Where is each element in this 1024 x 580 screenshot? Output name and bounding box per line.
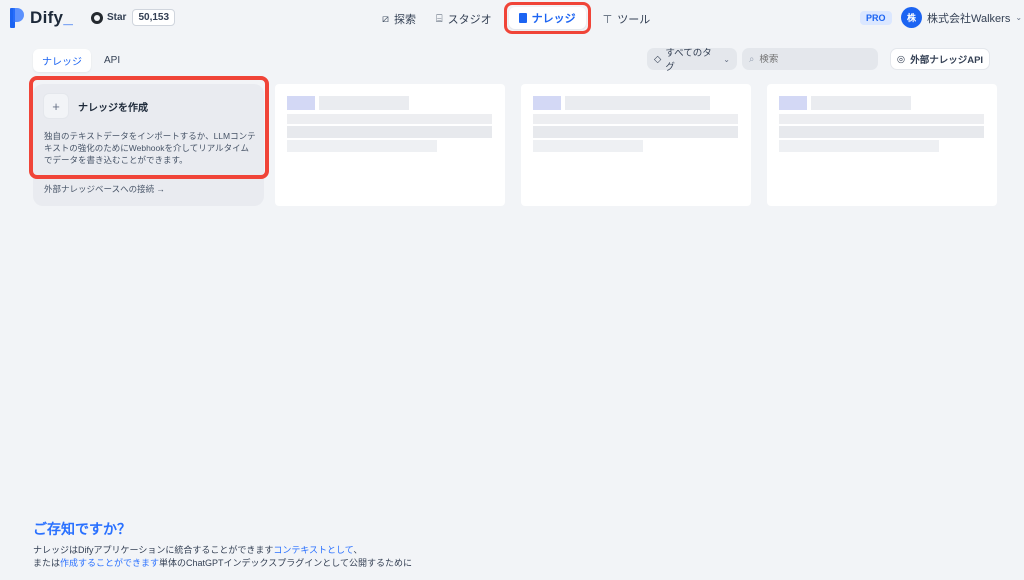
- github-star-count: 50,153: [132, 9, 176, 26]
- tag-icon: ◇: [654, 53, 662, 65]
- github-star-widget[interactable]: Star 50,153: [91, 9, 176, 26]
- connect-external-knowledge-link[interactable]: 外部ナレッジベースへの接続 →: [44, 183, 165, 195]
- avatar: 株: [901, 7, 922, 28]
- nav-knowledge-label: ナレッジ: [531, 13, 576, 25]
- create-knowledge-title: ナレッジを作成: [78, 102, 148, 114]
- create-link[interactable]: 作成することができます: [60, 558, 159, 568]
- plan-badge: PRO: [860, 11, 892, 25]
- nav-tools[interactable]: ⊤ ツール: [595, 5, 659, 33]
- tag-filter-label: すべてのタグ: [665, 48, 712, 73]
- logo-text: Dify: [30, 8, 64, 27]
- account-menu[interactable]: 株 株式会社Walkers ⌄: [901, 7, 1022, 28]
- hammer-icon: ⊤: [602, 13, 613, 26]
- api-connection-icon: ◎: [896, 53, 906, 65]
- compass-icon: ⧄: [382, 12, 389, 25]
- nav-explore-label: 探索: [394, 14, 416, 26]
- knowledge-card[interactable]: [767, 84, 997, 206]
- search-icon: ⌕: [749, 53, 755, 65]
- did-you-know-line-2: または作成することができます単体のChatGPTインデックスプラグインとして公開…: [33, 557, 412, 570]
- external-knowledge-api-button[interactable]: ◎ 外部ナレッジAPI: [890, 48, 990, 70]
- did-you-know-text: ナレッジはDifyアプリケーションに統合することができます: [33, 545, 274, 555]
- did-you-know-text: または: [33, 558, 61, 568]
- did-you-know-title: ご存知ですか？: [33, 521, 131, 537]
- chevron-down-icon: ⌄: [723, 54, 730, 64]
- top-header: Dify_ Star 50,153 ⧄ 探索 ⌸ スタジオ ナレッジ ⊤ ツール…: [0, 0, 1024, 36]
- main-nav: ⧄ 探索 ⌸ スタジオ ナレッジ ⊤ ツール: [374, 2, 659, 34]
- did-you-know-text: 、: [353, 545, 363, 555]
- chevron-down-icon: ⌄: [1015, 13, 1023, 22]
- search-input[interactable]: [759, 53, 860, 65]
- logo-dot: _: [63, 8, 74, 27]
- create-knowledge-card[interactable]: + ナレッジを作成 独自のテキストデータをインポートするか、LLMコンテキストの…: [33, 84, 264, 206]
- knowledge-card[interactable]: [521, 84, 751, 206]
- did-you-know-line-1: ナレッジはDifyアプリケーションに統合することができますコンテキストとして、: [33, 544, 412, 557]
- did-you-know-text: 単体のChatGPTインデックスプラグインとして公開するために: [159, 558, 413, 568]
- knowledge-card[interactable]: [275, 84, 505, 206]
- search-box[interactable]: ⌕: [742, 48, 878, 70]
- nav-knowledge[interactable]: ナレッジ: [503, 2, 591, 34]
- did-you-know-section: ご存知ですか？ ナレッジはDifyアプリケーションに統合することができますコンテ…: [33, 519, 412, 570]
- nav-studio[interactable]: ⌸ スタジオ: [428, 5, 500, 33]
- tab-knowledge[interactable]: ナレッジ: [33, 49, 91, 72]
- external-api-label: 外部ナレッジAPI: [910, 55, 984, 66]
- github-star-label: Star: [107, 12, 127, 23]
- plus-icon: +: [43, 93, 69, 119]
- dify-logo[interactable]: Dify_: [10, 8, 73, 28]
- create-knowledge-description: 独自のテキストデータをインポートするか、LLMコンテキストの強化のためにWebh…: [44, 131, 256, 165]
- robot-icon: ⌸: [436, 12, 443, 25]
- nav-tools-label: ツール: [617, 14, 651, 26]
- nav-explore[interactable]: ⧄ 探索: [374, 5, 424, 33]
- context-link[interactable]: コンテキストとして: [273, 545, 353, 555]
- book-icon: [518, 13, 527, 23]
- github-icon: [91, 11, 103, 24]
- nav-studio-label: スタジオ: [447, 14, 492, 26]
- app-window: Dify_ Star 50,153 ⧄ 探索 ⌸ スタジオ ナレッジ ⊤ ツール…: [0, 0, 1024, 580]
- tag-filter-dropdown[interactable]: ◇ すべてのタグ ⌄: [647, 48, 737, 73]
- knowledge-tabs: ナレッジ API: [33, 49, 129, 72]
- tab-api[interactable]: API: [95, 51, 129, 70]
- account-name: 株式会社Walkers: [927, 12, 1011, 25]
- dify-logo-icon: [10, 8, 26, 28]
